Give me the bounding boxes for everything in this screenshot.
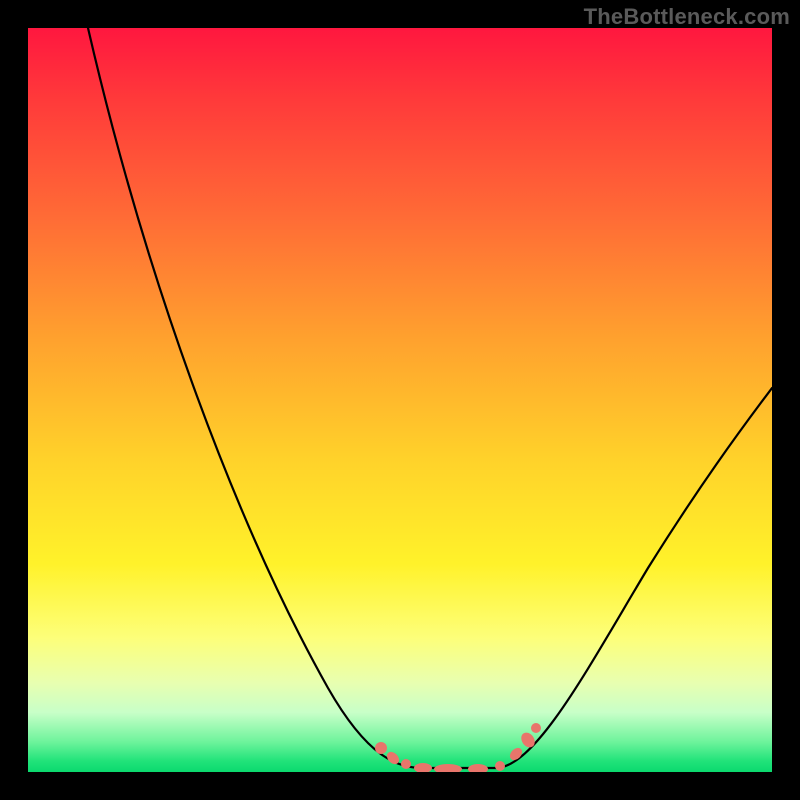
marker-dot bbox=[495, 761, 505, 771]
curve-left-branch bbox=[88, 28, 423, 768]
plot-area bbox=[28, 28, 772, 772]
curve-right-branch bbox=[498, 388, 772, 768]
marker-dot bbox=[375, 742, 387, 754]
marker-pill bbox=[434, 764, 462, 772]
bottleneck-curve bbox=[28, 28, 772, 772]
marker-dot bbox=[401, 759, 411, 769]
marker-pill bbox=[468, 764, 488, 772]
marker-pill bbox=[414, 763, 432, 772]
marker-pill bbox=[518, 730, 537, 750]
marker-dot bbox=[531, 723, 541, 733]
watermark-text: TheBottleneck.com bbox=[584, 4, 790, 30]
